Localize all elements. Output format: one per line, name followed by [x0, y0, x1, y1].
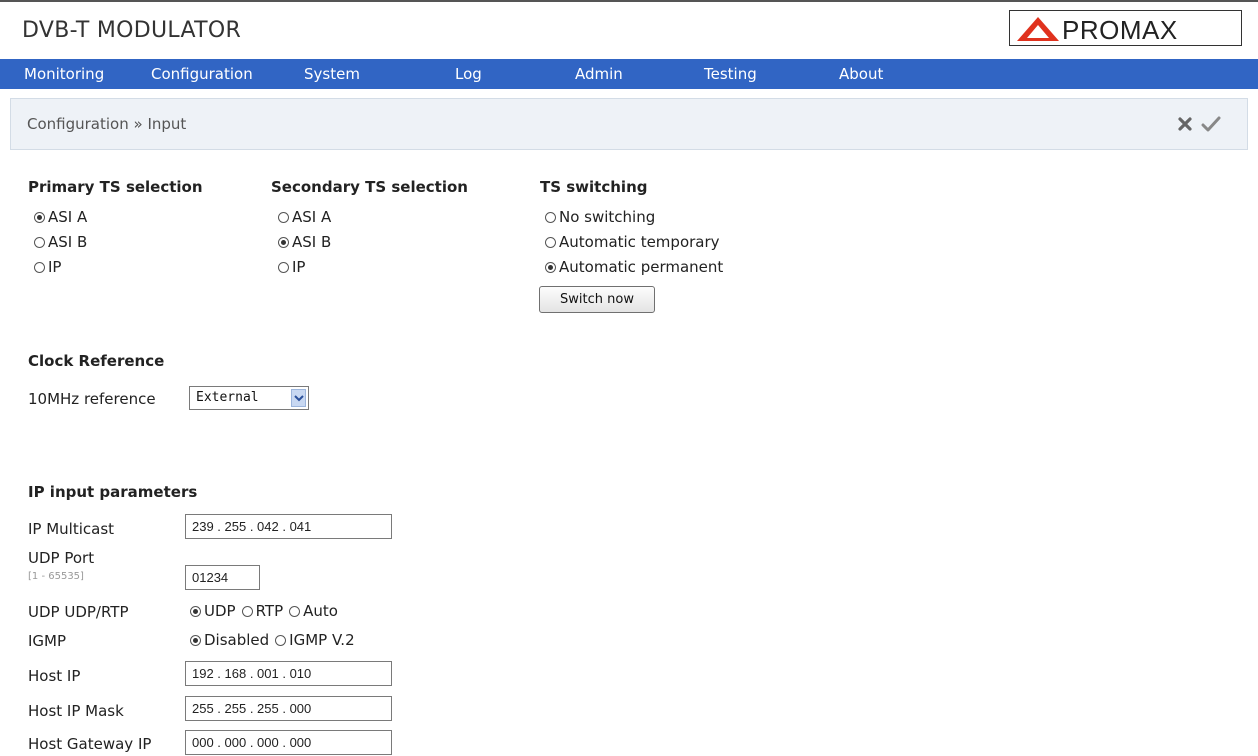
igmp-label: IGMP: [28, 632, 67, 650]
host-gateway-ip-input[interactable]: [185, 730, 392, 755]
host-gateway-ip-label: Host Gateway IP: [28, 735, 152, 753]
secondary-ts-ip-option[interactable]: IP: [278, 258, 305, 276]
radio-button[interactable]: [289, 605, 301, 617]
udp-rtp-radio-group: UDP RTP Auto: [190, 602, 344, 620]
secondary-ts-asi-a-option[interactable]: ASI A: [278, 208, 331, 226]
clock-reference-title: Clock Reference: [28, 352, 165, 370]
host-ip-label: Host IP: [28, 667, 81, 685]
nav-system[interactable]: System: [304, 65, 360, 83]
nav-configuration[interactable]: Configuration: [151, 65, 253, 83]
udp-port-input[interactable]: [185, 565, 260, 590]
promax-logo: PROMAX: [1009, 10, 1242, 46]
udp-port-label: UDP Port: [28, 549, 95, 567]
switch-now-button[interactable]: Switch now: [539, 286, 655, 313]
radio-button[interactable]: [34, 211, 45, 223]
nav-monitoring[interactable]: Monitoring: [24, 65, 104, 83]
host-ip-mask-input[interactable]: [185, 696, 392, 721]
ip-input-title: IP input parameters: [28, 483, 198, 501]
igmp-radio-group: Disabled IGMP V.2: [190, 631, 361, 649]
rtp-option[interactable]: RTP: [241, 602, 283, 620]
ts-switching-title: TS switching: [540, 178, 648, 196]
automatic-permanent-option[interactable]: Automatic permanent: [545, 258, 723, 276]
chevron-down-icon[interactable]: [291, 389, 306, 407]
host-ip-mask-label: Host IP Mask: [28, 702, 124, 720]
main-nav: Monitoring Configuration System Log Admi…: [0, 59, 1258, 89]
udp-option[interactable]: UDP: [190, 602, 236, 620]
10mhz-reference-label: 10MHz reference: [28, 390, 156, 408]
primary-ts-title: Primary TS selection: [28, 178, 203, 196]
10mhz-reference-select[interactable]: External: [189, 386, 309, 410]
top-border: [0, 0, 1258, 2]
ip-multicast-label: IP Multicast: [28, 520, 115, 538]
nav-log[interactable]: Log: [455, 65, 482, 83]
udp-rtp-label: UDP UDP/RTP: [28, 603, 129, 621]
breadcrumb-bar: Configuration » Input: [10, 98, 1248, 150]
no-switching-option[interactable]: No switching: [545, 208, 655, 226]
radio-button[interactable]: [278, 261, 289, 273]
radio-button[interactable]: [34, 236, 45, 248]
auto-option[interactable]: Auto: [289, 602, 338, 620]
nav-about[interactable]: About: [839, 65, 883, 83]
udp-port-hint: [1 - 65535]: [28, 571, 84, 582]
radio-button[interactable]: [278, 211, 289, 223]
logo-text: PROMAX: [1062, 15, 1178, 45]
primary-ts-asi-a-option[interactable]: ASI A: [34, 208, 87, 226]
logo-triangle-icon: [1017, 17, 1059, 41]
radio-button[interactable]: [545, 236, 556, 248]
radio-button[interactable]: [241, 605, 253, 617]
radio-button[interactable]: [278, 236, 289, 248]
radio-button[interactable]: [545, 261, 556, 273]
secondary-ts-asi-b-option[interactable]: ASI B: [278, 233, 331, 251]
checkmark-icon[interactable]: [1201, 115, 1221, 137]
igmp-v2-option[interactable]: IGMP V.2: [275, 631, 355, 649]
close-icon[interactable]: [1177, 116, 1193, 136]
radio-button[interactable]: [190, 634, 201, 646]
host-ip-input[interactable]: [185, 661, 392, 686]
radio-button[interactable]: [545, 211, 556, 223]
radio-button[interactable]: [34, 261, 45, 273]
nav-testing[interactable]: Testing: [704, 65, 757, 83]
radio-button[interactable]: [275, 634, 287, 646]
automatic-temporary-option[interactable]: Automatic temporary: [545, 233, 720, 251]
igmp-disabled-option[interactable]: Disabled: [190, 631, 269, 649]
ip-multicast-input[interactable]: [185, 514, 392, 539]
breadcrumb: Configuration » Input: [27, 115, 187, 133]
radio-button[interactable]: [190, 605, 201, 617]
primary-ts-asi-b-option[interactable]: ASI B: [34, 233, 87, 251]
select-value: External: [196, 390, 259, 405]
primary-ts-ip-option[interactable]: IP: [34, 258, 61, 276]
app-title: DVB-T MODULATOR: [22, 18, 242, 43]
secondary-ts-title: Secondary TS selection: [271, 178, 468, 196]
nav-admin[interactable]: Admin: [575, 65, 623, 83]
